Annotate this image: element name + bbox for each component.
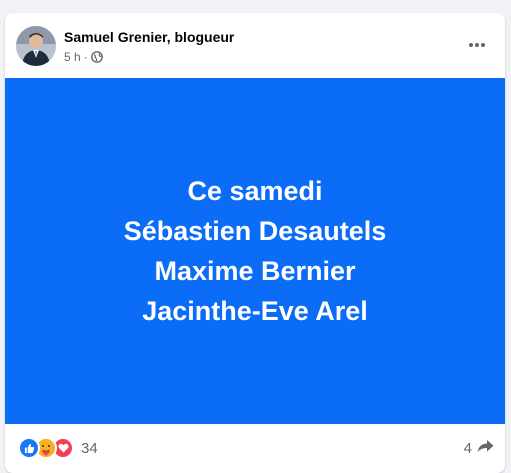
post-card: Samuel Grenier, blogueur 5 h · Ce samedi…: [5, 13, 505, 473]
more-options-icon[interactable]: [459, 27, 495, 63]
post-text-line-3: Maxime Bernier: [154, 256, 356, 286]
post-text-line-2: Sébastien Desautels: [123, 216, 387, 246]
author-name[interactable]: Samuel Grenier, blogueur: [64, 29, 234, 45]
post-text-line-4: Jacinthe-Eve Arel: [142, 296, 368, 326]
share-count: 4: [463, 439, 472, 457]
reaction-count[interactable]: 34: [81, 440, 98, 457]
share-arrow-icon: [477, 439, 494, 457]
author-avatar[interactable]: [16, 26, 56, 66]
avatar-image: [16, 26, 56, 66]
post-time[interactable]: 5 h: [64, 50, 81, 64]
post-header: Samuel Grenier, blogueur 5 h ·: [5, 13, 505, 77]
globe-icon[interactable]: [90, 51, 103, 63]
text-post-background[interactable]: Ce samedi Sébastien Desautels Maxime Ber…: [5, 78, 505, 424]
reactions-summary[interactable]: 34: [18, 437, 98, 459]
meta-separator: ·: [83, 50, 88, 64]
shares-summary[interactable]: 4: [464, 439, 494, 457]
post-text-line-1: Ce samedi: [187, 176, 323, 206]
like-icon: [18, 437, 40, 459]
post-meta: 5 h ·: [64, 50, 103, 64]
